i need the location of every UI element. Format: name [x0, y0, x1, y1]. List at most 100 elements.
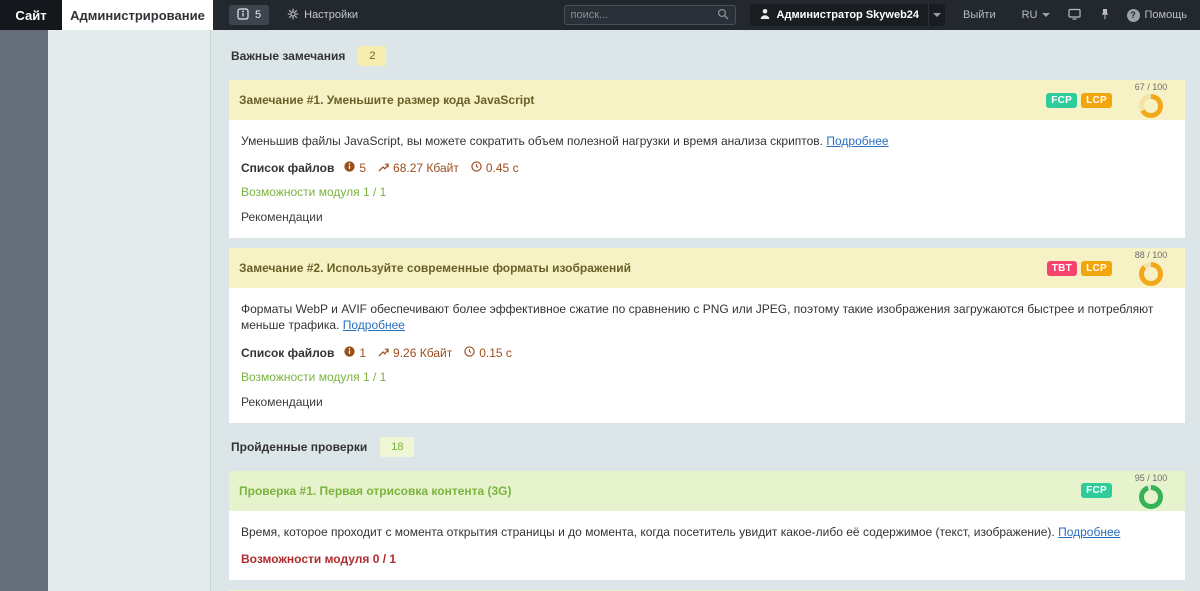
- score-gauge-wrap: 95 / 100: [1127, 473, 1175, 509]
- section-title: Важные замечания: [231, 49, 346, 63]
- card-title: Замечание #1. Уменьшите размер кода Java…: [239, 93, 535, 107]
- metric-badges: TBT LCP: [1046, 260, 1112, 276]
- card-description: Форматы WebP и AVIF обеспечивают более э…: [241, 301, 1173, 333]
- section-count-badge: 2: [358, 46, 387, 66]
- more-link[interactable]: Подробнее: [826, 134, 888, 148]
- files-size: 9.26 Кбайт: [378, 346, 452, 360]
- lcp-badge: LCP: [1081, 92, 1112, 108]
- user-menu-caret[interactable]: [928, 4, 945, 26]
- score-gauge: [1139, 484, 1163, 509]
- files-count: 1: [344, 346, 366, 360]
- score-text: 88 / 100: [1134, 250, 1168, 261]
- page-layout: Важные замечания 2 Замечание #1. Уменьши…: [0, 30, 1200, 591]
- card-title: Проверка #1. Первая отрисовка контента (…: [239, 483, 512, 498]
- check-card-1-header[interactable]: Проверка #1. Первая отрисовка контента (…: [229, 470, 1185, 511]
- score-gauge-wrap: 67 / 100: [1127, 82, 1175, 118]
- search-icon[interactable]: [717, 8, 729, 23]
- search-input[interactable]: [570, 9, 717, 21]
- clock-icon: [471, 161, 482, 175]
- recommendations-toggle[interactable]: Рекомендации: [241, 395, 1173, 409]
- notifications-counter[interactable]: 5: [229, 5, 270, 25]
- section-passed-checks: Пройденные проверки 18: [231, 436, 1185, 457]
- language-selector[interactable]: RU: [1022, 9, 1050, 21]
- clock-icon: [464, 345, 475, 360]
- tab-admin[interactable]: Администрирование: [62, 0, 213, 30]
- chevron-down-icon: [1041, 13, 1050, 17]
- files-row[interactable]: Список файлов 1 9.26 Кбайт 0.15 с: [241, 346, 1173, 360]
- user-icon: [759, 8, 771, 23]
- language-label: RU: [1021, 9, 1038, 21]
- topbar-search[interactable]: [563, 5, 736, 25]
- pin-icon: [1099, 8, 1111, 23]
- pin-button[interactable]: [1099, 8, 1111, 23]
- remark-card-1-body: Уменьшив файлы JavaScript, вы можете сок…: [229, 120, 1185, 239]
- user-name: Администратор Skyweb24: [776, 9, 920, 21]
- module-features-label: Возможности модуля: [241, 369, 363, 384]
- remark-card-2-body: Форматы WebP и AVIF обеспечивают более э…: [229, 288, 1185, 423]
- card-title: Замечание #2. Используйте современные фо…: [239, 261, 631, 276]
- more-link[interactable]: Подробнее: [1058, 525, 1120, 539]
- info-square-icon: [237, 7, 249, 23]
- settings-button[interactable]: Настройки: [287, 8, 358, 23]
- files-row[interactable]: Список файлов 5 68.27 Кбайт 0.45 с: [241, 161, 1173, 175]
- files-time: 0.45 с: [471, 161, 519, 175]
- check-card-1-body: Время, которое проходит с момента открыт…: [229, 510, 1185, 580]
- remark-card-1: Замечание #1. Уменьшите размер кода Java…: [229, 80, 1185, 239]
- score-gauge: [1139, 262, 1163, 287]
- files-label: Список файлов: [241, 161, 335, 176]
- remark-card-2: Замечание #2. Используйте современные фо…: [229, 248, 1185, 423]
- files-size: 68.27 Кбайт: [378, 161, 459, 175]
- user-menu-main[interactable]: Администратор Skyweb24: [750, 4, 929, 26]
- files-size-value: 68.27 Кбайт: [393, 161, 459, 176]
- user-menu[interactable]: Администратор Skyweb24: [749, 4, 946, 26]
- monitor-icon: [1067, 8, 1081, 23]
- files-time-value: 0.45 с: [485, 161, 519, 176]
- score-gauge-hole: [1144, 489, 1158, 504]
- help-button[interactable]: Помощь: [1126, 8, 1188, 22]
- module-features-label: Возможности модуля: [241, 551, 373, 566]
- info-circle-icon: [344, 161, 355, 175]
- chevron-down-icon: [933, 13, 942, 17]
- help-label: Помощь: [1144, 9, 1188, 21]
- info-circle-icon: [344, 345, 355, 360]
- more-link[interactable]: Подробнее: [343, 318, 405, 332]
- module-features-value: 0 / 1: [372, 551, 397, 566]
- card-description: Время, которое проходит с момента открыт…: [241, 524, 1173, 540]
- score-text: 95 / 100: [1134, 472, 1168, 483]
- recommendations-toggle[interactable]: Рекомендации: [241, 210, 1173, 224]
- remark-card-1-header[interactable]: Замечание #1. Уменьшите размер кода Java…: [229, 80, 1185, 120]
- topbar: Сайт Администрирование 5 Настройки Админ…: [0, 0, 1200, 30]
- score-text: 67 / 100: [1134, 82, 1168, 92]
- module-features-row[interactable]: Возможности модуля 1 / 1: [241, 370, 1173, 384]
- collapsed-sidebar-rail[interactable]: [0, 30, 48, 591]
- module-features-row[interactable]: Возможности модуля 0 / 1: [241, 552, 1173, 566]
- main-content: Важные замечания 2 Замечание #1. Уменьши…: [211, 30, 1200, 591]
- tab-site[interactable]: Сайт: [0, 0, 62, 30]
- desktop-mode-button[interactable]: [1067, 8, 1081, 23]
- trend-up-icon: [378, 161, 389, 175]
- score-gauge-wrap: 88 / 100: [1127, 250, 1175, 287]
- lcp-badge: LCP: [1081, 260, 1112, 276]
- files-size-value: 9.26 Кбайт: [393, 345, 453, 360]
- files-count-value: 5: [359, 161, 367, 176]
- description-text: Уменьшив файлы JavaScript, вы можете сок…: [241, 134, 824, 148]
- card-description: Уменьшив файлы JavaScript, вы можете сок…: [241, 133, 1173, 149]
- module-features-row[interactable]: Возможности модуля 1 / 1: [241, 185, 1173, 199]
- section-title: Пройденные проверки: [231, 439, 368, 454]
- score-gauge: [1139, 94, 1163, 118]
- tbt-badge: TBT: [1046, 260, 1078, 276]
- module-features-label: Возможности модуля: [241, 185, 363, 200]
- score-gauge-hole: [1144, 99, 1158, 113]
- logout-button[interactable]: Выйти: [963, 9, 996, 21]
- check-card-1: Проверка #1. Первая отрисовка контента (…: [229, 470, 1185, 580]
- files-time-value: 0.15 с: [479, 345, 512, 360]
- remark-card-2-header[interactable]: Замечание #2. Используйте современные фо…: [229, 248, 1185, 289]
- module-features-value: 1 / 1: [362, 369, 387, 384]
- files-time: 0.15 с: [464, 346, 512, 360]
- trend-up-icon: [378, 346, 389, 360]
- fcp-badge: FCP: [1081, 483, 1112, 499]
- left-menu-panel[interactable]: [48, 30, 211, 591]
- section-important-remarks: Важные замечания 2: [231, 46, 1185, 66]
- files-count: 5: [344, 161, 366, 175]
- module-features-value: 1 / 1: [362, 185, 387, 200]
